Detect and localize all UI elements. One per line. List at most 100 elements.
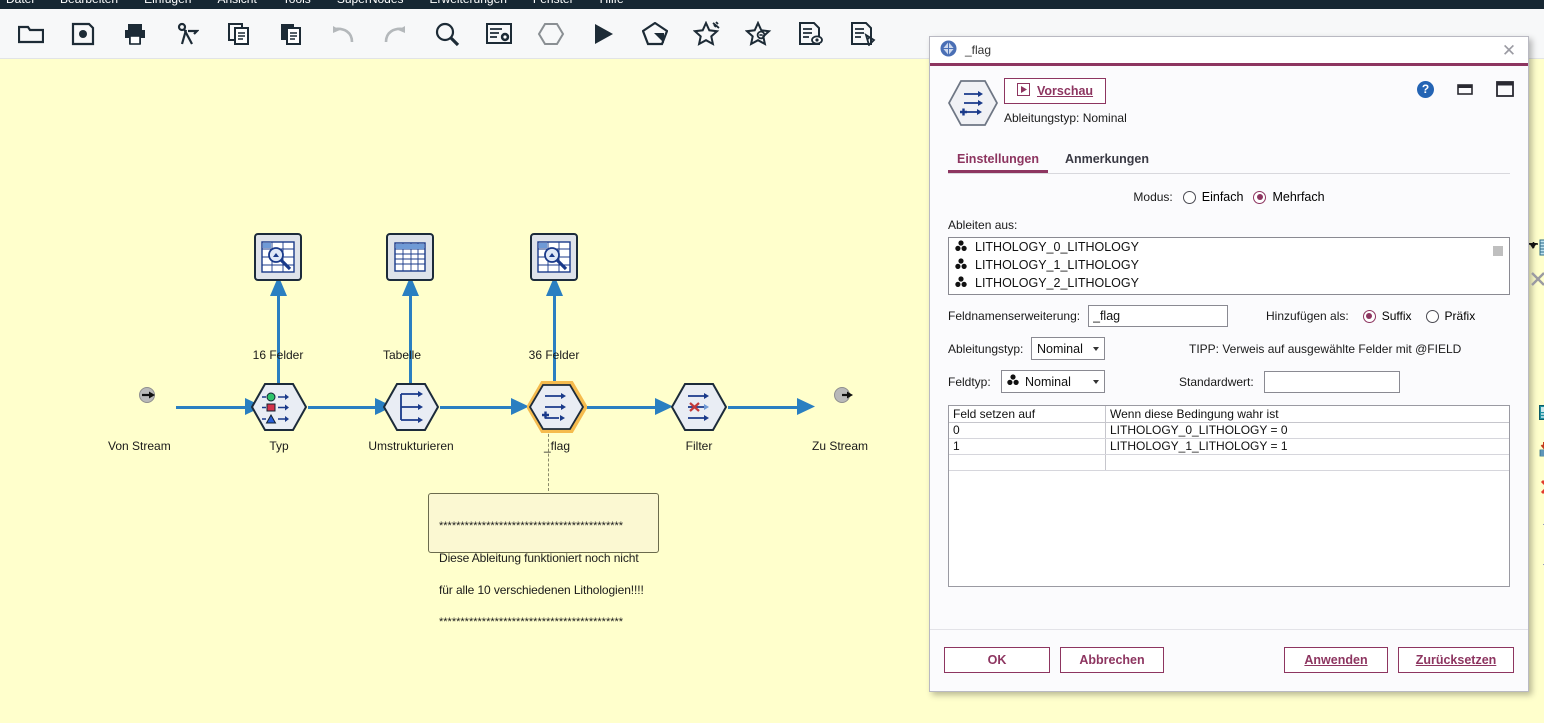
open-folder-icon[interactable] xyxy=(16,19,46,49)
clear-fields-icon[interactable] xyxy=(1529,270,1544,291)
cancel-button[interactable]: Abbrechen xyxy=(1060,647,1164,673)
search-icon[interactable] xyxy=(432,19,462,49)
derive-type-select[interactable]: Nominal xyxy=(1031,337,1105,360)
table-row[interactable] xyxy=(949,455,1509,471)
preview-output-icon[interactable] xyxy=(796,19,826,49)
output-node-felder36[interactable] xyxy=(530,233,578,281)
remove-from-favorites-icon[interactable] xyxy=(744,19,774,49)
radio-einfach[interactable] xyxy=(1183,191,1196,204)
table-row[interactable]: 0 LITHOLOGY_0_LITHOLOGY = 0 xyxy=(949,423,1509,439)
modus-option-einfach[interactable]: Einfach xyxy=(1183,190,1244,204)
ok-button[interactable]: OK xyxy=(944,647,1050,673)
list-item[interactable]: LITHOLOGY_2_LITHOLOGY xyxy=(949,274,1509,292)
minimize-icon[interactable] xyxy=(1456,80,1474,98)
conditions-table[interactable]: Feld setzen auf Wenn diese Bedingung wah… xyxy=(948,405,1510,587)
arrow-head xyxy=(797,397,817,417)
list-item[interactable]: LITHOLOGY_1_LITHOLOGY xyxy=(949,256,1509,274)
paste-icon[interactable] xyxy=(276,19,306,49)
radio-suffix[interactable] xyxy=(1363,310,1376,323)
table-row[interactable]: 1 LITHOLOGY_1_LITHOLOGY = 1 xyxy=(949,439,1509,455)
output-node-felder16[interactable] xyxy=(254,233,302,281)
output-node-tabelle[interactable] xyxy=(386,233,434,281)
connector-flag-filter xyxy=(584,406,662,409)
chevron-down-icon xyxy=(1093,347,1099,351)
derive-hexagon-icon xyxy=(948,80,998,126)
copy-icon[interactable] xyxy=(224,19,254,49)
listbox-scrollbar-thumb[interactable] xyxy=(1493,246,1503,256)
move-up-icon[interactable] xyxy=(1541,517,1544,537)
from-stream-terminal[interactable] xyxy=(138,385,158,408)
modus-option-mehrfach[interactable]: Mehrfach xyxy=(1253,190,1324,204)
menu-item-datei[interactable]: Datei xyxy=(6,0,34,4)
node-umstrukturieren[interactable] xyxy=(383,383,439,431)
print-icon[interactable] xyxy=(120,19,150,49)
menu-item-supernodes[interactable]: SuperNodes xyxy=(337,0,404,4)
tab-einstellungen[interactable]: Einstellungen xyxy=(948,148,1048,173)
add-as-option-suffix[interactable]: Suffix xyxy=(1363,309,1412,323)
menu-item-hilfe[interactable]: Hilfe xyxy=(600,0,624,4)
node-umstrukturieren-label: Umstrukturieren xyxy=(353,439,469,453)
add-as-label: Hinzufügen als: xyxy=(1266,309,1349,323)
canvas-annotation-note[interactable]: ****************************************… xyxy=(428,493,659,553)
menu-bar: Datei Bearbeiten Einfügen Ansicht Tools … xyxy=(0,0,1544,9)
annotation-line-2: Diese Ableitung funktioniert noch nicht xyxy=(439,550,648,566)
cut-icon[interactable] xyxy=(172,19,202,49)
menu-item-einfuegen[interactable]: Einfügen xyxy=(144,0,191,4)
radio-praefix[interactable] xyxy=(1426,310,1439,323)
derive-node-dialog: _flag ✕ xyxy=(929,36,1529,692)
annotate-output-icon[interactable] xyxy=(848,19,878,49)
apply-button[interactable]: Anwenden xyxy=(1284,647,1388,673)
conditions-table-tools xyxy=(1539,405,1544,575)
connector-fromstream-typ xyxy=(176,406,252,409)
from-stream-label: Von Stream xyxy=(108,439,171,453)
tab-anmerkungen[interactable]: Anmerkungen xyxy=(1056,148,1158,173)
run-selection-icon[interactable] xyxy=(640,19,670,49)
field-name-extension-input[interactable] xyxy=(1088,305,1228,327)
node-filter[interactable] xyxy=(671,383,727,431)
annotation-line-1: ****************************************… xyxy=(439,518,648,534)
node-typ[interactable] xyxy=(251,383,307,431)
expression-builder-icon[interactable] xyxy=(1539,405,1544,423)
field-type-select[interactable]: Nominal xyxy=(1001,370,1105,393)
close-icon[interactable]: ✕ xyxy=(1498,39,1520,61)
default-value-input[interactable] xyxy=(1264,371,1400,393)
maximize-icon[interactable] xyxy=(1496,80,1514,98)
supernode-icon[interactable] xyxy=(536,19,566,49)
node-flag-label: _flag xyxy=(527,439,587,453)
preview-button[interactable]: Vorschau xyxy=(1004,78,1106,104)
annotation-line-4: ****************************************… xyxy=(439,614,648,630)
help-icon[interactable]: ? xyxy=(1417,81,1434,98)
redo-icon[interactable] xyxy=(380,19,410,49)
menu-item-ansicht[interactable]: Ansicht xyxy=(217,0,256,4)
field-type-row: Feldtyp: Nominal Standardwert: xyxy=(948,370,1510,393)
run-stream-icon[interactable] xyxy=(588,19,618,49)
delete-row-icon[interactable] xyxy=(1539,478,1544,499)
reset-button[interactable]: Zurücksetzen xyxy=(1398,647,1514,673)
undo-icon[interactable] xyxy=(328,19,358,49)
field-name-extension-row: Feldnamenserweiterung: Hinzufügen als: S… xyxy=(948,305,1510,327)
dialog-title-bar[interactable]: _flag ✕ xyxy=(930,37,1528,66)
menu-item-fenster[interactable]: Fenster xyxy=(533,0,574,4)
menu-item-bearbeiten[interactable]: Bearbeiten xyxy=(60,0,118,4)
add-as-option-praefix[interactable]: Präfix xyxy=(1426,309,1476,323)
add-to-favorites-icon[interactable] xyxy=(692,19,722,49)
derive-from-listbox[interactable]: LITHOLOGY_0_LITHOLOGY LITHOLOGY_1_LITHOL… xyxy=(948,237,1510,295)
insert-row-icon[interactable] xyxy=(1539,441,1544,460)
nominal-field-icon xyxy=(955,258,967,273)
menu-item-erweiterungen[interactable]: Erweiterungen xyxy=(430,0,507,4)
table-header-row: Feld setzen auf Wenn diese Bedingung wah… xyxy=(949,406,1509,423)
field-chooser-icon[interactable] xyxy=(1528,239,1544,260)
stream-properties-icon[interactable] xyxy=(484,19,514,49)
connector-typ-umstrukturieren xyxy=(308,406,382,409)
save-icon[interactable] xyxy=(68,19,98,49)
to-stream-terminal[interactable] xyxy=(833,385,855,408)
output-node-tabelle-label: Tabelle xyxy=(372,348,432,362)
radio-mehrfach[interactable] xyxy=(1253,191,1266,204)
column-header-condition: Wenn diese Bedingung wahr ist xyxy=(1106,406,1509,422)
menu-item-tools[interactable]: Tools xyxy=(283,0,311,4)
node-flag[interactable] xyxy=(527,381,587,433)
dialog-body: Vorschau Ableitungstyp: Nominal ? Einste… xyxy=(930,66,1528,689)
field-type-label: Feldtyp: xyxy=(948,375,1001,389)
list-item[interactable]: LITHOLOGY_0_LITHOLOGY xyxy=(949,238,1509,256)
move-down-icon[interactable] xyxy=(1541,555,1544,575)
